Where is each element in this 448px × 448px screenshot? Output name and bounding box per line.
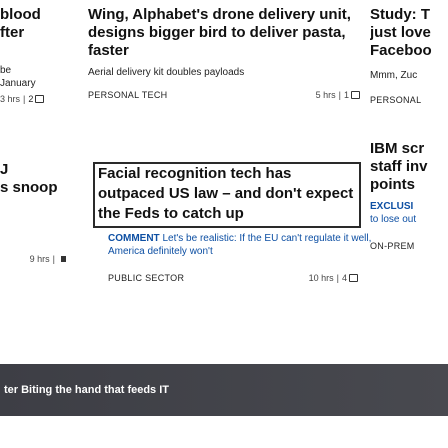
left-lower-time: 9 hrs <box>29 254 50 264</box>
story-headline-wing[interactable]: Wing, Alphabet's drone delivery unit, de… <box>88 6 360 60</box>
right-lede-text: to lose out <box>370 214 417 225</box>
story-time: 5 hrs <box>315 90 336 100</box>
right-lower-meta: ON-PREM <box>370 240 448 252</box>
right-lower-headline-line-1[interactable]: IBM scr <box>370 140 448 158</box>
story-meta-separator: | <box>338 90 341 100</box>
category-label[interactable]: ON-PREM <box>370 240 415 252</box>
left-time: 3 hrs <box>0 94 21 104</box>
right-lower-headline-line-2[interactable]: staff inv <box>370 158 448 176</box>
comment-kicker: COMMENT <box>108 233 160 244</box>
story-meta-wing: PERSONAL TECH 5 hrs | 1 <box>88 89 360 101</box>
story-meta-right: 5 hrs | 1 <box>316 89 360 101</box>
right-meta: PERSONAL <box>370 94 448 106</box>
highlighted-headline-box[interactable]: Facial recognition tech has outpaced US … <box>93 162 361 228</box>
comment-count[interactable]: 1 <box>344 89 349 101</box>
left-comment-count[interactable]: 2 <box>28 93 33 105</box>
left-column: blood fter be January 3 hrs | 2 J s snoo… <box>0 6 72 356</box>
comment-icon <box>349 274 358 282</box>
right-headline-line-3[interactable]: Faceboo <box>370 42 448 60</box>
tagline-text: ter Biting the hand that feeds IT <box>4 384 170 396</box>
left-meta-separator: | <box>23 94 26 104</box>
right-subhead: Mmm, Zuc <box>370 70 418 81</box>
middle-column-lower: COMMENT Let's be realistic: If the EU ca… <box>108 232 380 352</box>
left-lower-meta-separator: | <box>52 254 55 264</box>
left-headline-line-1[interactable]: blood <box>0 6 72 24</box>
tagline-bar: ter Biting the hand that feeds IT <box>0 364 448 416</box>
story-meta-right: 10 hrs | 4 <box>309 272 358 284</box>
story-headline-line-1[interactable]: Facial recognition tech has <box>95 164 359 184</box>
left-lower-line-1[interactable]: J <box>0 161 72 179</box>
right-lower-headline-line-3[interactable]: points <box>370 176 448 194</box>
left-sub-line-2: January <box>0 78 36 89</box>
story-time: 10 hrs <box>308 273 334 283</box>
left-headline-line-2[interactable]: fter <box>0 24 72 42</box>
category-label[interactable]: PUBLIC SECTOR <box>108 272 184 284</box>
left-lower-line-2[interactable]: s snoop <box>0 179 72 197</box>
category-label[interactable]: PERSONAL TECH <box>88 89 167 101</box>
story-headline-line-2[interactable]: outpaced US law – and don't expect <box>95 184 359 204</box>
comment-icon <box>351 91 360 99</box>
exclusive-kicker: EXCLUSI <box>370 201 414 212</box>
story-meta-separator: | <box>336 273 339 283</box>
left-sub-line-1: be <box>0 65 12 76</box>
story-headline-line-3[interactable]: the Feds to catch up <box>95 204 359 224</box>
right-headline-line-1[interactable]: Study: T <box>370 6 448 24</box>
left-meta: 3 hrs | 2 <box>0 93 72 105</box>
story-lede[interactable]: COMMENT Let's be realistic: If the EU ca… <box>108 232 380 258</box>
comment-icon <box>35 95 45 103</box>
story-meta-facial: PUBLIC SECTOR 10 hrs | 4 <box>108 272 358 284</box>
left-lower-meta: 9 hrs | <box>0 253 72 265</box>
right-lede[interactable]: EXCLUSI to lose out <box>370 200 448 226</box>
right-column: Study: T just love Faceboo Mmm, Zuc PERS… <box>370 6 448 356</box>
right-headline-line-2[interactable]: just love <box>370 24 448 42</box>
comment-count[interactable]: 4 <box>342 272 347 284</box>
video-icon <box>61 256 66 262</box>
story-subhead-wing: Aerial delivery kit doubles payloads <box>88 67 245 78</box>
category-label[interactable]: PERSONAL <box>370 94 421 106</box>
